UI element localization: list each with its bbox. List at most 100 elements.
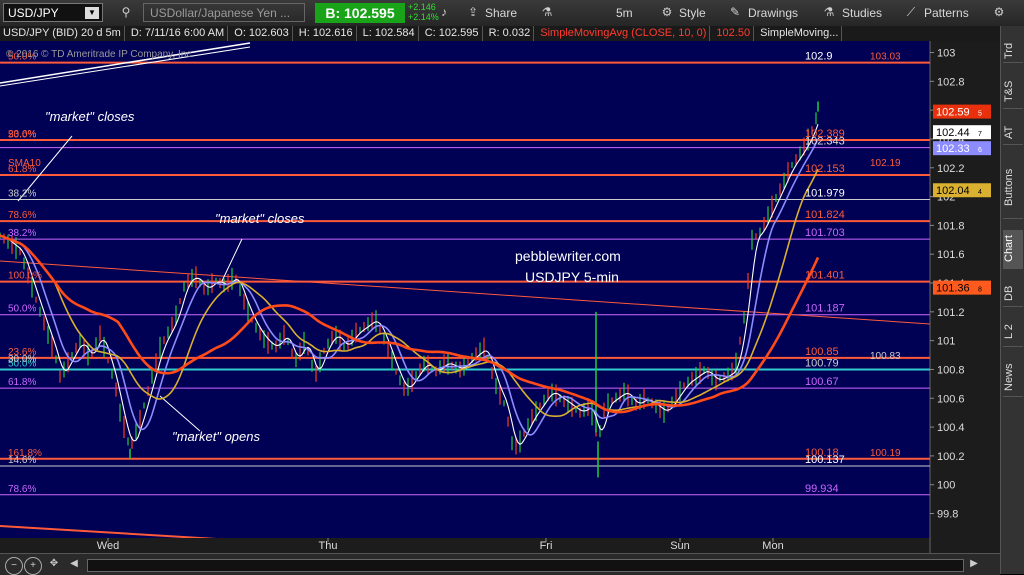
- sidebar-tab-news[interactable]: News: [1003, 358, 1023, 397]
- fib-level-percent: 61.8%: [8, 377, 36, 388]
- sidebar-tab-buttons[interactable]: Buttons: [1003, 156, 1023, 219]
- price-tag-sup: 6: [978, 147, 982, 154]
- sma-study-more[interactable]: SimpleMoving...: [757, 26, 843, 41]
- style-icon[interactable]: ⚙: [660, 5, 674, 19]
- range-readout: R: 0.032: [486, 26, 535, 41]
- price-chart[interactable]: 103102.8102.6102.4102.2102101.8101.6101.…: [0, 41, 1000, 553]
- chevron-down-icon[interactable]: ▼: [85, 7, 99, 19]
- flask-icon[interactable]: ⚗: [540, 5, 554, 19]
- chart-annotation-text: "market" closes: [215, 211, 305, 226]
- chart-annotation-text: "market" opens: [172, 429, 260, 444]
- fib-level-price: 100.67: [805, 376, 839, 388]
- price-tick-label: 100.6: [937, 393, 965, 405]
- close-readout: C: 102.595: [422, 26, 483, 41]
- sidebar-tab-l-2[interactable]: L 2: [1003, 318, 1023, 347]
- high-readout: H: 102.616: [296, 26, 357, 41]
- fib-level-percent: 78.6%: [8, 210, 36, 221]
- change-readout: +2.146 +2.14%: [408, 2, 439, 22]
- thinkorswim-chart-window: USD/JPY ▼ ⚲ USDollar/Japanese Yen ... B:…: [0, 0, 1024, 575]
- alert-bell-icon[interactable]: ♪: [437, 5, 451, 19]
- fib-level-price: 101.824: [805, 209, 845, 221]
- style-button[interactable]: Style: [679, 3, 706, 23]
- link-icon[interactable]: ⚲: [119, 5, 133, 19]
- chart-bottom-bar: − + ✥ ◀ ▶: [0, 553, 1000, 575]
- fib-level-price: 102.9: [805, 51, 833, 63]
- sma-study-label[interactable]: SimpleMovingAvg (CLOSE, 10, 0): [537, 26, 711, 41]
- fib-level-percent: 78.6%: [8, 484, 36, 495]
- price-tick-label: 99.8: [937, 509, 958, 521]
- level-extra-label: 100.83: [870, 351, 901, 362]
- fib-level-price: 100.137: [805, 454, 845, 466]
- change-absolute: +2.146: [408, 2, 436, 12]
- scroll-right-icon[interactable]: ▶: [966, 556, 982, 572]
- low-readout: L: 102.584: [360, 26, 419, 41]
- zoom-out-icon[interactable]: −: [5, 557, 23, 575]
- sma-study-value: 102.50: [713, 26, 755, 41]
- fib-level-percent: 50.0%: [8, 304, 36, 315]
- price-tag-text: 102.33: [936, 143, 970, 155]
- fib-level-price: 100.85: [805, 346, 839, 358]
- symbol-selector[interactable]: USD/JPY ▼: [3, 3, 103, 22]
- price-tag-sup: 4: [978, 189, 982, 196]
- open-readout: O: 102.603: [231, 26, 293, 41]
- time-axis-area[interactable]: [0, 538, 930, 553]
- patterns-button[interactable]: Patterns: [924, 3, 969, 23]
- fib-level-price: 101.187: [805, 303, 845, 315]
- chart-annotation-text: "market" closes: [45, 109, 135, 124]
- price-tag-sup: 8: [978, 287, 982, 294]
- settings-icon[interactable]: ⚙: [992, 5, 1006, 19]
- sidebar-tab-db[interactable]: DB: [1003, 280, 1023, 307]
- patterns-icon[interactable]: ⟋: [904, 5, 918, 19]
- interval-selector[interactable]: 5m: [616, 3, 633, 23]
- price-tick-label: 102.8: [937, 76, 965, 88]
- studies-flask-icon[interactable]: ⚗: [822, 5, 836, 19]
- fib-level-price: 101.979: [805, 187, 845, 199]
- price-tag-text: 101.36: [936, 283, 970, 295]
- right-sidebar: Trd T&S AT Buttons Chart DB L 2 News: [1000, 26, 1024, 574]
- fib-level-price: 102.153: [805, 163, 845, 175]
- zoom-in-icon[interactable]: +: [24, 557, 42, 575]
- price-tick-label: 101.8: [937, 220, 965, 232]
- fib-level-price: 99.934: [805, 483, 839, 495]
- price-tag-sup: 7: [978, 131, 982, 138]
- price-tick-label: 102.2: [937, 163, 965, 175]
- time-tick-label: Mon: [762, 540, 783, 552]
- sidebar-tab-at[interactable]: AT: [1003, 120, 1023, 145]
- pencil-icon[interactable]: ✎: [728, 5, 742, 19]
- bid-price-badge: B: 102.595: [315, 3, 405, 23]
- fib-level-percent: 38.2%: [8, 188, 36, 199]
- sidebar-tab-chart[interactable]: Chart: [1003, 230, 1023, 269]
- price-tick-label: 103: [937, 48, 955, 60]
- pan-icon[interactable]: ✥: [46, 556, 62, 572]
- sidebar-tab-trd[interactable]: Trd: [1003, 40, 1023, 63]
- price-tag-text: 102.59: [936, 107, 970, 119]
- scroll-left-icon[interactable]: ◀: [66, 556, 82, 572]
- studies-button[interactable]: Studies: [842, 3, 882, 23]
- level-extra-label: 30.0%: [8, 354, 36, 365]
- chart-annotation-text: pebblewriter.com: [515, 248, 621, 264]
- price-tick-label: 101.2: [937, 307, 965, 319]
- plot-area[interactable]: [0, 41, 930, 538]
- sidebar-tab-t-s[interactable]: T&S: [1003, 74, 1023, 109]
- fib-level-percent: 14.6%: [8, 455, 36, 466]
- level-extra-label: 102.19: [870, 158, 901, 169]
- level-extra-label: 100.19: [870, 448, 901, 459]
- drawings-button[interactable]: Drawings: [748, 3, 798, 23]
- time-tick-label: Fri: [540, 540, 553, 552]
- level-extra-label: SMA10: [8, 158, 41, 169]
- level-extra-label: 103.03: [870, 52, 901, 63]
- price-tick-label: 101: [937, 336, 955, 348]
- symbol-period-label: USD/JPY (BID) 20 d 5m: [0, 26, 125, 41]
- fib-level-price: 102.343: [805, 136, 845, 148]
- share-button[interactable]: Share: [485, 3, 517, 23]
- fib-level-price: 100.79: [805, 357, 839, 369]
- price-tag-sup: 5: [978, 111, 982, 118]
- symbol-text: USD/JPY: [8, 6, 59, 20]
- price-tick-label: 100.4: [937, 422, 965, 434]
- copyright-notice: © 2016 © TD Ameritrade IP Company, Inc.: [6, 49, 194, 60]
- change-percent: +2.14%: [408, 12, 439, 22]
- fib-level-price: 101.401: [805, 270, 845, 282]
- time-scrollbar[interactable]: [87, 559, 964, 572]
- share-icon[interactable]: ⇪: [466, 5, 480, 19]
- price-tick-label: 100.8: [937, 364, 965, 376]
